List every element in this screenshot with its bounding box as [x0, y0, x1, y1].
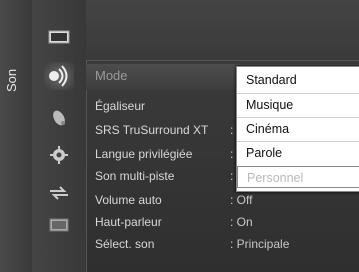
- menu-item-egaliseur[interactable]: Égaliseur: [95, 96, 230, 116]
- picture-icon[interactable]: [46, 26, 72, 48]
- menu-item-label: Sélect. son: [95, 237, 155, 251]
- menu-item-label: Haut-parleur: [95, 215, 162, 229]
- menu-header: [86, 0, 359, 61]
- sound-icon[interactable]: [44, 62, 74, 90]
- menu-item-value: : On: [230, 215, 253, 229]
- dropdown-option-musique[interactable]: Musique: [237, 94, 359, 116]
- menu-item-label: Égaliseur: [95, 99, 146, 113]
- menu-item-value: : Principale: [230, 237, 290, 251]
- dropdown-option-parole[interactable]: Parole: [237, 142, 359, 164]
- dropdown-option-cinema[interactable]: Cinéma: [237, 118, 359, 140]
- dropdown-option-standard[interactable]: Standard: [237, 69, 359, 91]
- dropdown-option-personnel: Personnel: [237, 166, 359, 188]
- menu-item-multi-piste[interactable]: Son multi-piste:: [95, 166, 233, 186]
- menu-item-select-son[interactable]: Sélect. son : Principale: [95, 234, 289, 254]
- menu-item-label: Son multi-piste: [95, 169, 175, 183]
- menu-item-srs[interactable]: SRS TruSurround XT:: [95, 120, 233, 140]
- menu-item-haut-parleur[interactable]: Haut-parleur : On: [95, 212, 253, 232]
- application-icon[interactable]: [46, 214, 72, 236]
- side-tab-label: Son: [4, 68, 19, 92]
- menu-item-label: Langue privilégiée: [95, 147, 193, 161]
- menu-item-value: :: [230, 147, 234, 161]
- menu-icon-column: [32, 0, 87, 272]
- input-icon[interactable]: [46, 182, 72, 204]
- tv-osd-screen: Son Mode Égaliseur SRS TruSurround XT: L…: [0, 0, 359, 272]
- menu-item-label: SRS TruSurround XT: [95, 123, 209, 137]
- menu-item-label: Volume auto: [95, 193, 162, 207]
- side-tab: Son: [0, 0, 32, 272]
- menu-item-value: : Off: [230, 193, 253, 207]
- menu-item-langue[interactable]: Langue privilégiée:: [95, 144, 233, 164]
- mode-dropdown[interactable]: Standard Musique Cinéma Parole Personnel: [236, 66, 359, 192]
- channel-icon[interactable]: [46, 106, 72, 128]
- mode-label: Mode: [95, 68, 128, 83]
- menu-item-volume-auto[interactable]: Volume auto : Off: [95, 190, 252, 210]
- menu-item-value: :: [230, 123, 234, 137]
- menu-item-value: :: [230, 169, 234, 183]
- settings-icon[interactable]: [46, 144, 72, 166]
